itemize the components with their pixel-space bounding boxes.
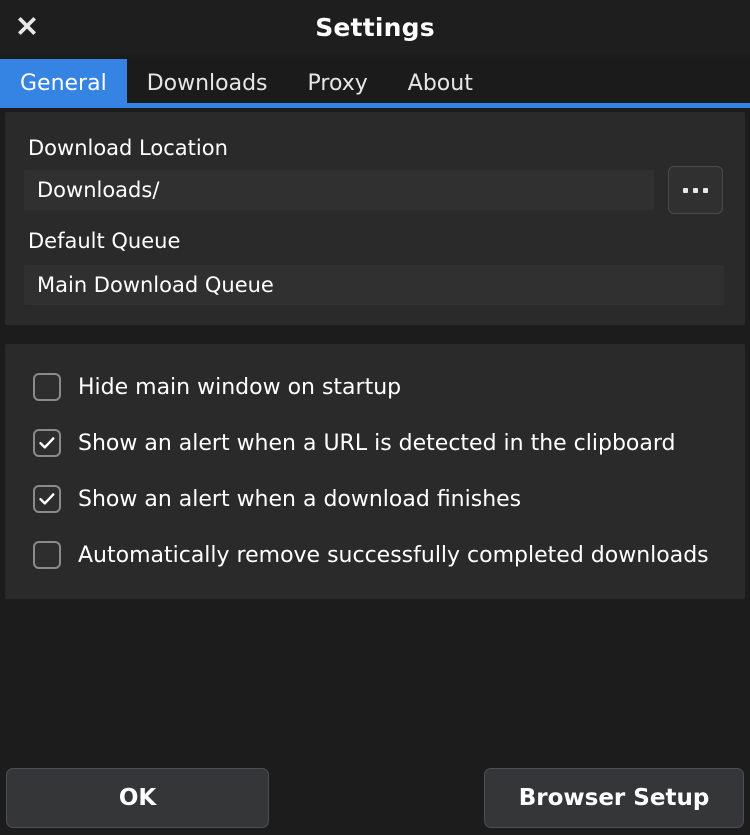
tab-general[interactable]: General <box>0 59 127 107</box>
tab-label: Proxy <box>307 70 368 96</box>
download-location-input[interactable]: Downloads/ <box>24 170 654 210</box>
default-queue-input[interactable]: Main Download Queue <box>24 265 724 305</box>
option-alert-url-clipboard[interactable]: Show an alert when a URL is detected in … <box>33 429 676 457</box>
default-queue-label: Default Queue <box>28 229 181 253</box>
tab-active-indicator <box>0 103 750 108</box>
tab-label: About <box>407 70 473 96</box>
option-label: Automatically remove successfully comple… <box>78 542 709 568</box>
option-auto-remove-completed[interactable]: Automatically remove successfully comple… <box>33 541 709 569</box>
browse-folder-button[interactable] <box>668 166 723 214</box>
checkbox-hide-main-window[interactable] <box>33 373 61 401</box>
title-bar: Settings <box>0 0 750 55</box>
checkbox-auto-remove-completed[interactable] <box>33 541 61 569</box>
option-alert-download-finished[interactable]: Show an alert when a download finishes <box>33 485 521 513</box>
option-label: Show an alert when a download finishes <box>78 486 522 512</box>
browser-setup-button[interactable]: Browser Setup <box>484 768 744 828</box>
ok-button[interactable]: OK <box>6 768 269 828</box>
option-label: Show an alert when a URL is detected in … <box>78 430 676 456</box>
option-label: Hide main window on startup <box>78 374 402 400</box>
close-x-icon <box>12 12 42 42</box>
tab-downloads[interactable]: Downloads <box>127 59 288 107</box>
download-location-label: Download Location <box>28 136 228 160</box>
page-title: Settings <box>315 13 435 42</box>
tab-about[interactable]: About <box>388 59 493 107</box>
close-button[interactable] <box>6 6 48 48</box>
ellipsis-icon <box>683 187 708 193</box>
checkbox-alert-download-finished[interactable] <box>33 485 61 513</box>
checkbox-alert-url-clipboard[interactable] <box>33 429 61 457</box>
tab-label: Downloads <box>146 70 268 96</box>
option-hide-main-window[interactable]: Hide main window on startup <box>33 373 401 401</box>
tab-bar: General Downloads Proxy About <box>0 59 750 107</box>
tab-label: General <box>20 70 107 96</box>
tab-proxy[interactable]: Proxy <box>288 59 388 107</box>
